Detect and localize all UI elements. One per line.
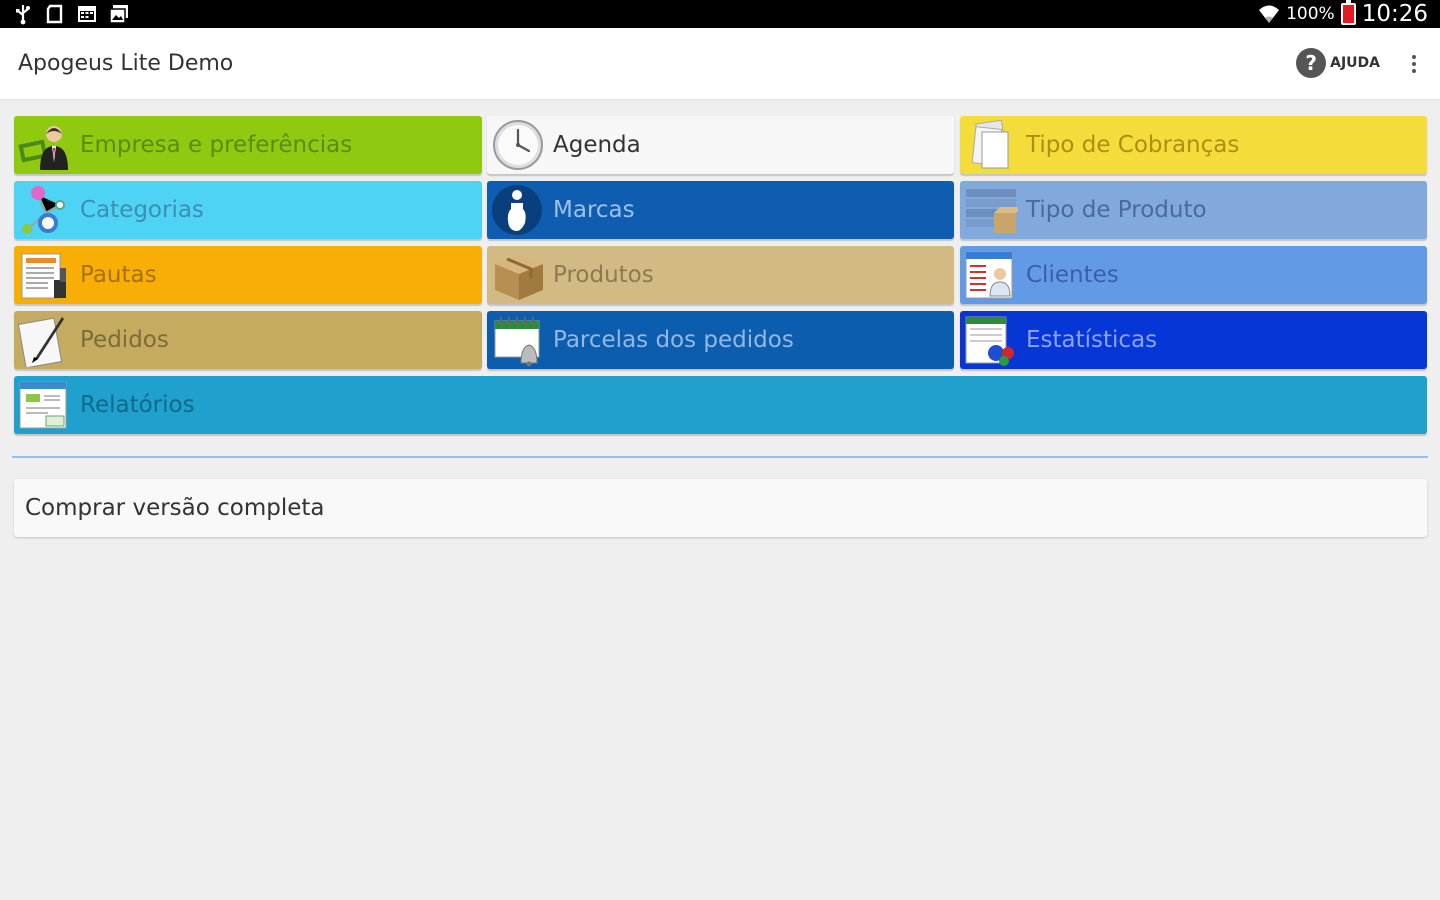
action-bar: Apogeus Lite Demo ? AJUDA bbox=[0, 28, 1440, 100]
wifi-icon bbox=[1259, 5, 1280, 23]
status-right: 100% 10:26 bbox=[1258, 0, 1428, 28]
tile-label: Clientes bbox=[1026, 262, 1119, 288]
status-icons bbox=[12, 2, 130, 26]
help-icon: ? bbox=[1296, 48, 1327, 78]
calendar-icon bbox=[78, 6, 96, 22]
tile-relatorios[interactable]: Relatórios bbox=[14, 376, 1427, 434]
tile-label: Parcelas dos pedidos bbox=[553, 327, 794, 353]
overflow-dot-icon bbox=[1412, 62, 1416, 66]
folder-box-icon bbox=[966, 189, 1018, 233]
calendar-bell-icon bbox=[494, 317, 540, 367]
help-label: AJUDA bbox=[1330, 55, 1380, 71]
tile-tipo-produto[interactable]: Tipo de Produto bbox=[960, 181, 1427, 239]
businessman-icon bbox=[18, 126, 68, 170]
tile-produtos[interactable]: Produtos bbox=[487, 246, 954, 304]
tile-agenda[interactable]: Agenda bbox=[487, 116, 954, 174]
battery-icon bbox=[1340, 0, 1356, 25]
tile-label: Relatórios bbox=[80, 392, 195, 418]
tile-label: Estatísticas bbox=[1026, 327, 1158, 353]
tile-clientes[interactable]: Clientes bbox=[960, 246, 1427, 304]
pricelist-icon bbox=[21, 253, 66, 299]
tile-estatisticas[interactable]: Estatísticas bbox=[960, 311, 1427, 369]
tile-label: Tipo de Produto bbox=[1026, 197, 1207, 223]
tile-categorias[interactable]: Categorias bbox=[14, 181, 482, 239]
box-icon bbox=[495, 254, 543, 300]
tile-label: Agenda bbox=[553, 132, 641, 158]
documents-icon bbox=[971, 119, 1009, 169]
tile-label: Pedidos bbox=[80, 327, 169, 353]
tile-pedidos[interactable]: Pedidos bbox=[14, 311, 482, 369]
stats-icon bbox=[965, 316, 1014, 366]
tile-label: Pautas bbox=[80, 262, 157, 288]
info-person-icon bbox=[492, 185, 542, 235]
sd-card-icon bbox=[46, 4, 63, 24]
buy-full-version-button[interactable]: Comprar versão completa bbox=[14, 479, 1427, 537]
molecule-icon bbox=[22, 186, 65, 234]
tile-tipo-cobrancas[interactable]: Tipo de Cobranças bbox=[960, 116, 1427, 174]
reports-icon bbox=[19, 381, 67, 429]
usb-icon bbox=[16, 5, 30, 25]
section-divider bbox=[12, 456, 1428, 458]
tile-marcas[interactable]: Marcas bbox=[487, 181, 954, 239]
overflow-dot-icon bbox=[1412, 55, 1416, 59]
battery-percent: 100% bbox=[1286, 4, 1335, 24]
overflow-dot-icon bbox=[1412, 69, 1416, 73]
clock-icon bbox=[493, 120, 543, 170]
buy-full-version-label: Comprar versão completa bbox=[25, 495, 325, 521]
tile-label: Tipo de Cobranças bbox=[1026, 132, 1240, 158]
tile-label: Marcas bbox=[553, 197, 635, 223]
status-bar: 100% 10:26 bbox=[0, 0, 1440, 28]
help-button[interactable]: ? AJUDA bbox=[1296, 48, 1380, 78]
pen-paper-icon bbox=[18, 317, 64, 367]
tile-empresa-preferencias[interactable]: Empresa e preferências bbox=[14, 116, 482, 174]
clock-time: 10:26 bbox=[1361, 1, 1428, 27]
app-title: Apogeus Lite Demo bbox=[18, 51, 234, 76]
tile-label: Empresa e preferências bbox=[80, 132, 353, 158]
photo-icon bbox=[109, 5, 128, 24]
tile-parcelas-pedidos[interactable]: Parcelas dos pedidos bbox=[487, 311, 954, 369]
client-card-icon bbox=[965, 251, 1013, 299]
tile-pautas[interactable]: Pautas bbox=[14, 246, 482, 304]
tile-label: Produtos bbox=[553, 262, 654, 288]
overflow-menu-button[interactable] bbox=[1406, 52, 1422, 76]
tile-label: Categorias bbox=[80, 197, 204, 223]
